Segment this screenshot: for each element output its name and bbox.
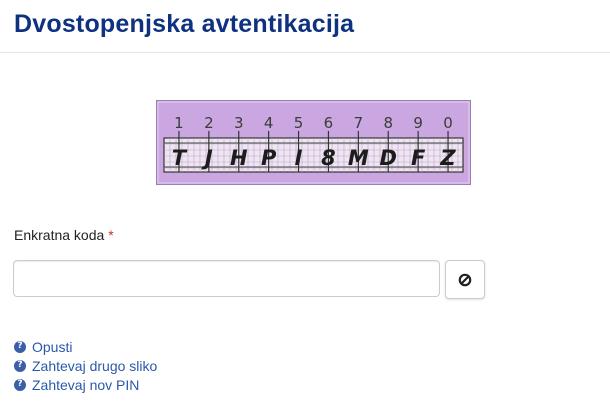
question-circle-icon: ? (14, 359, 26, 372)
grid-card-image: 1234567890 TJHPI8MDFZ (156, 100, 471, 185)
grid-column-number: 9 (413, 114, 423, 132)
grid-column-number: 0 (443, 114, 453, 132)
grid-card-svg: 1234567890 TJHPI8MDFZ (156, 100, 471, 185)
link-item-request-image: ? Zahtevaj drugo sliko (14, 356, 157, 375)
grid-letter: Z (439, 146, 456, 170)
link-item-skip: ? Opusti (14, 337, 157, 356)
grid-column-number: 7 (354, 114, 364, 132)
grid-letter: H (230, 146, 248, 170)
otp-label-text: Enkratna koda (14, 227, 105, 243)
grid-column-number: 8 (383, 114, 393, 132)
clear-button[interactable] (445, 260, 485, 299)
grid-letter: P (261, 146, 277, 170)
required-mark: * (108, 227, 114, 243)
grid-letter: M (348, 146, 369, 170)
grid-letter: 8 (321, 146, 336, 170)
grid-column-number: 5 (294, 114, 304, 132)
grid-column-number: 6 (324, 114, 334, 132)
ban-icon (458, 273, 472, 286)
otp-label: Enkratna koda * (14, 227, 114, 243)
question-circle-icon: ? (14, 378, 26, 391)
page-title: Dvostopenjska avtentikacija (14, 10, 355, 38)
grid-column-number: 1 (174, 114, 184, 132)
grid-letter: I (295, 146, 303, 170)
help-links: ? Opusti ? Zahtevaj drugo sliko ? Zahtev… (14, 337, 157, 394)
grid-letter: F (411, 146, 426, 170)
grid-letter: D (380, 146, 397, 170)
grid-column-number: 4 (264, 114, 274, 132)
skip-link[interactable]: Opusti (32, 339, 72, 355)
question-circle-icon: ? (14, 340, 26, 353)
grid-letter: T (172, 146, 188, 170)
grid-column-number: 3 (234, 114, 244, 132)
grid-column-number: 2 (204, 114, 214, 132)
otp-input[interactable] (13, 260, 440, 297)
request-new-pin-link[interactable]: Zahtevaj nov PIN (32, 377, 139, 393)
request-new-image-link[interactable]: Zahtevaj drugo sliko (32, 358, 157, 374)
link-item-request-pin: ? Zahtevaj nov PIN (14, 375, 157, 394)
page-header: Dvostopenjska avtentikacija (0, 0, 610, 53)
